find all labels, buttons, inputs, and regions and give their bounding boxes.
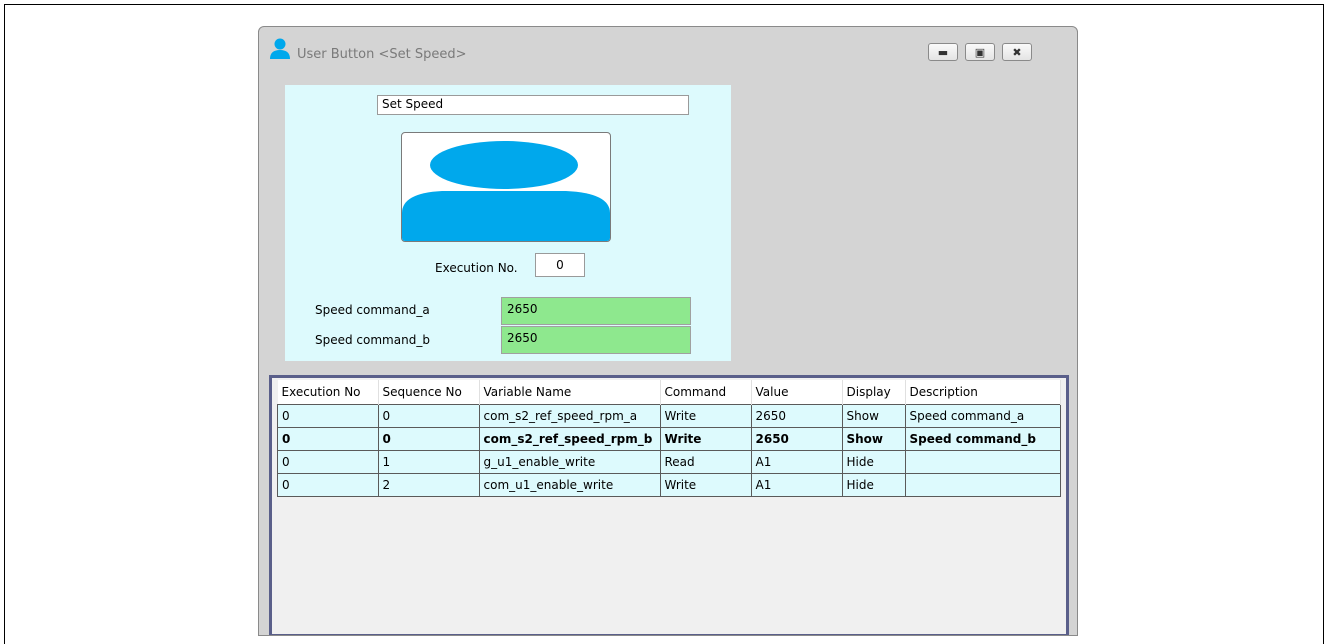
column-header[interactable]: Variable Name xyxy=(479,380,661,405)
cell-command[interactable]: Write xyxy=(659,473,752,497)
param-value[interactable]: 2650 xyxy=(501,297,691,325)
table-row-selected[interactable]: 0 0 com_s2_ref_speed_rpm_b Write 2650 Sh… xyxy=(277,427,1061,451)
cell-display[interactable]: Hide xyxy=(841,473,906,497)
column-header[interactable]: Sequence No xyxy=(378,380,480,405)
close-icon: ✖ xyxy=(1012,45,1022,59)
cell-execution-no[interactable]: 0 xyxy=(277,404,379,428)
close-button[interactable]: ✖ xyxy=(1002,43,1032,61)
cell-display[interactable]: Show xyxy=(841,404,906,428)
cell-value[interactable]: 2650 xyxy=(750,404,843,428)
column-header[interactable]: Description xyxy=(905,380,1061,405)
cell-value[interactable]: A1 xyxy=(750,473,843,497)
table-row[interactable]: 0 1 g_u1_enable_write Read A1 Hide xyxy=(277,450,1061,474)
cell-display[interactable]: Show xyxy=(841,427,906,451)
user-icon xyxy=(270,38,290,59)
param-value[interactable]: 2650 xyxy=(501,326,691,354)
cell-value[interactable]: 2650 xyxy=(750,427,843,451)
cell-sequence-no[interactable]: 0 xyxy=(377,427,480,451)
execution-no-label: Execution No. xyxy=(435,261,518,275)
cell-description[interactable] xyxy=(904,473,1061,497)
cell-variable-name[interactable]: g_u1_enable_write xyxy=(478,450,661,474)
cell-description[interactable] xyxy=(904,450,1061,474)
cell-command[interactable]: Write xyxy=(659,427,752,451)
command-grid: Execution No Sequence No Variable Name C… xyxy=(269,375,1069,635)
cell-variable-name[interactable]: com_s2_ref_speed_rpm_b xyxy=(478,427,661,451)
minimize-icon: ▬ xyxy=(937,45,949,59)
column-header[interactable]: Value xyxy=(751,380,843,405)
title-bar[interactable]: User Button <Set Speed> ▬ ▣ ✖ xyxy=(259,27,1077,71)
param-label: Speed command_a xyxy=(315,303,430,317)
window-title: User Button <Set Speed> xyxy=(297,47,467,62)
button-image[interactable] xyxy=(401,132,611,242)
cell-command[interactable]: Read xyxy=(659,450,752,474)
user-silhouette-icon xyxy=(402,141,610,241)
cell-sequence-no[interactable]: 2 xyxy=(377,473,480,497)
cell-display[interactable]: Hide xyxy=(841,450,906,474)
grid-header-row: Execution No Sequence No Variable Name C… xyxy=(277,380,1061,405)
cell-description[interactable]: Speed command_a xyxy=(904,404,1061,428)
cell-command[interactable]: Write xyxy=(659,404,752,428)
execution-no-input[interactable]: 0 xyxy=(535,253,585,277)
cell-execution-no[interactable]: 0 xyxy=(277,427,379,451)
table-row[interactable]: 0 2 com_u1_enable_write Write A1 Hide xyxy=(277,473,1061,497)
cell-value[interactable]: A1 xyxy=(750,450,843,474)
restore-icon: ▣ xyxy=(974,45,986,59)
param-label: Speed command_b xyxy=(315,333,430,347)
cell-execution-no[interactable]: 0 xyxy=(277,473,379,497)
column-header[interactable]: Display xyxy=(842,380,906,405)
cell-execution-no[interactable]: 0 xyxy=(277,450,379,474)
minimize-button[interactable]: ▬ xyxy=(928,43,958,61)
button-name-input[interactable]: Set Speed xyxy=(377,95,689,115)
cell-sequence-no[interactable]: 0 xyxy=(377,404,480,428)
table-row[interactable]: 0 0 com_s2_ref_speed_rpm_a Write 2650 Sh… xyxy=(277,404,1061,428)
column-header[interactable]: Execution No xyxy=(277,380,379,405)
cell-variable-name[interactable]: com_u1_enable_write xyxy=(478,473,661,497)
button-settings-panel: Set Speed Execution No. 0 Speed command_… xyxy=(285,85,731,361)
cell-description[interactable]: Speed command_b xyxy=(904,427,1061,451)
cell-sequence-no[interactable]: 1 xyxy=(377,450,480,474)
restore-button[interactable]: ▣ xyxy=(965,43,995,61)
user-button-window: User Button <Set Speed> ▬ ▣ ✖ Set Speed … xyxy=(258,26,1078,636)
column-header[interactable]: Command xyxy=(660,380,752,405)
cell-variable-name[interactable]: com_s2_ref_speed_rpm_a xyxy=(478,404,661,428)
